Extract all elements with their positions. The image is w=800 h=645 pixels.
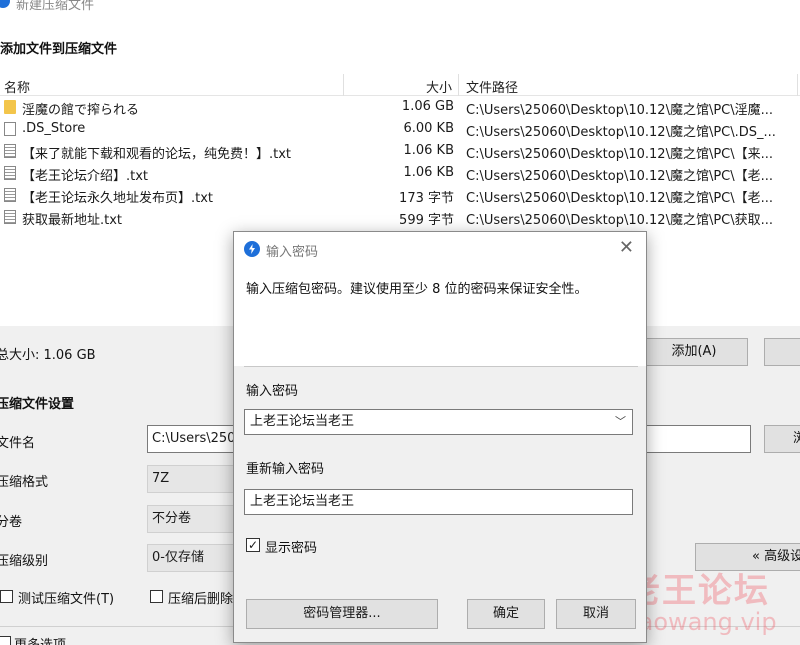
window-title: 新建压缩文件 xyxy=(16,0,95,13)
text-file-icon xyxy=(4,210,16,224)
table-row[interactable]: 【老王论坛永久地址发布页】.txt 173 字节 C:\Users\25060\… xyxy=(0,184,800,206)
password-input[interactable]: 上老王论坛当老王 ﹀ xyxy=(244,409,633,435)
text-file-icon xyxy=(4,166,16,180)
watermark-url: laowang.vip xyxy=(632,608,777,636)
dialog-description-area: 输入压缩包密码。建议使用至少 8 位的密码来保证安全性。 xyxy=(234,266,646,366)
column-header-name[interactable]: 名称 xyxy=(4,77,30,96)
more-options-checkbox[interactable] xyxy=(0,636,11,645)
file-size: 1.06 KB xyxy=(403,165,454,180)
dialog-description: 输入压缩包密码。建议使用至少 8 位的密码来保证安全性。 xyxy=(246,282,588,297)
file-path: C:\Users\25060\Desktop\10.12\魔之馆\PC\【老..… xyxy=(466,169,774,184)
reenter-password-input[interactable]: 上老王论坛当老王 xyxy=(244,489,633,515)
file-name: .DS_Store xyxy=(22,121,86,136)
file-name: 淫魔の館で搾られる xyxy=(22,103,140,118)
text-file-icon xyxy=(4,144,16,158)
table-row[interactable]: 【老王论坛介绍】.txt 1.06 KB C:\Users\25060\Desk… xyxy=(0,162,800,184)
ok-button[interactable]: 确定 xyxy=(467,599,545,629)
delete-after-checkbox[interactable] xyxy=(150,590,163,603)
settings-heading: 压缩文件设置 xyxy=(0,397,75,412)
table-row[interactable]: 【来了就能下载和观看的论坛，纯免费！】.txt 1.06 KB C:\Users… xyxy=(0,140,800,162)
file-size: 6.00 KB xyxy=(403,121,454,136)
column-header-size[interactable]: 大小 xyxy=(426,77,452,96)
dialog-title: 输入密码 xyxy=(266,245,319,260)
file-size: 173 字节 xyxy=(399,191,454,206)
level-label: 压缩级别 xyxy=(0,554,49,569)
watermark-text: 老王论坛 xyxy=(626,571,770,611)
file-path: C:\Users\25060\Desktop\10.12\魔之馆\PC\获取..… xyxy=(466,213,774,228)
folder-icon xyxy=(4,100,16,114)
file-path: C:\Users\25060\Desktop\10.12\魔之馆\PC\.DS_… xyxy=(466,125,776,140)
file-name: 【老王论坛介绍】.txt xyxy=(22,169,149,184)
dialog-titlebar: 输入密码 ✕ xyxy=(234,232,646,266)
file-table-header: 名称 大小 文件路径 xyxy=(0,74,800,96)
format-label: 压缩格式 xyxy=(0,475,49,490)
total-size: 总大小: 1.06 GB xyxy=(0,348,96,363)
file-size: 1.06 GB xyxy=(401,99,454,114)
table-row[interactable]: 淫魔の館で搾られる 1.06 GB C:\Users\25060\Desktop… xyxy=(0,96,800,118)
show-password-label: 显示密码 xyxy=(265,541,318,556)
password-dialog: 输入密码 ✕ 输入压缩包密码。建议使用至少 8 位的密码来保证安全性。 输入密码… xyxy=(233,231,647,643)
file-icon xyxy=(4,122,16,136)
table-row[interactable]: .DS_Store 6.00 KB C:\Users\25060\Desktop… xyxy=(0,118,800,140)
file-size: 599 字节 xyxy=(399,213,454,228)
add-section-heading: 添加文件到压缩文件 xyxy=(0,42,118,57)
window-titlebar: 新建压缩文件 xyxy=(0,0,800,14)
filename-label: 文件名 xyxy=(0,436,36,451)
file-name: 获取最新地址.txt xyxy=(22,213,123,228)
show-password-checkbox[interactable]: ✓ xyxy=(246,538,260,552)
file-size: 1.06 KB xyxy=(403,143,454,158)
browse-button[interactable]: 浏 xyxy=(764,425,800,453)
app-logo-icon xyxy=(244,241,260,257)
more-options-label: 更多选项 xyxy=(14,634,66,645)
close-icon[interactable]: ✕ xyxy=(619,237,634,258)
divider xyxy=(244,366,638,367)
cancel-button[interactable]: 取消 xyxy=(556,599,636,629)
column-header-path[interactable]: 文件路径 xyxy=(466,77,518,96)
password-value: 上老王论坛当老王 xyxy=(250,414,355,429)
test-archive-checkbox[interactable] xyxy=(0,590,13,603)
text-file-icon xyxy=(4,188,16,202)
password-manager-button[interactable]: 密码管理器... xyxy=(246,599,438,629)
file-name: 【来了就能下载和观看的论坛，纯免费！】.txt xyxy=(22,147,292,162)
add-button[interactable]: 添加(A) xyxy=(640,338,748,366)
file-path: C:\Users\25060\Desktop\10.12\魔之馆\PC\【老..… xyxy=(466,191,774,206)
password-label: 输入密码 xyxy=(246,384,299,399)
file-path: C:\Users\25060\Desktop\10.12\魔之馆\PC\【来..… xyxy=(466,147,774,162)
file-name: 【老王论坛永久地址发布页】.txt xyxy=(22,191,214,206)
test-archive-label: 测试压缩文件(T) xyxy=(18,592,115,607)
chevron-down-icon[interactable]: ﹀ xyxy=(615,410,626,434)
delete-button[interactable] xyxy=(764,338,800,366)
delete-after-label: 压缩后删除 xyxy=(168,592,234,607)
split-label: 分卷 xyxy=(0,515,23,530)
reenter-password-label: 重新输入密码 xyxy=(246,462,325,477)
table-row[interactable]: 获取最新地址.txt 599 字节 C:\Users\25060\Desktop… xyxy=(0,206,800,228)
file-path: C:\Users\25060\Desktop\10.12\魔之馆\PC\淫魔..… xyxy=(466,103,774,118)
app-logo-icon xyxy=(0,0,10,8)
